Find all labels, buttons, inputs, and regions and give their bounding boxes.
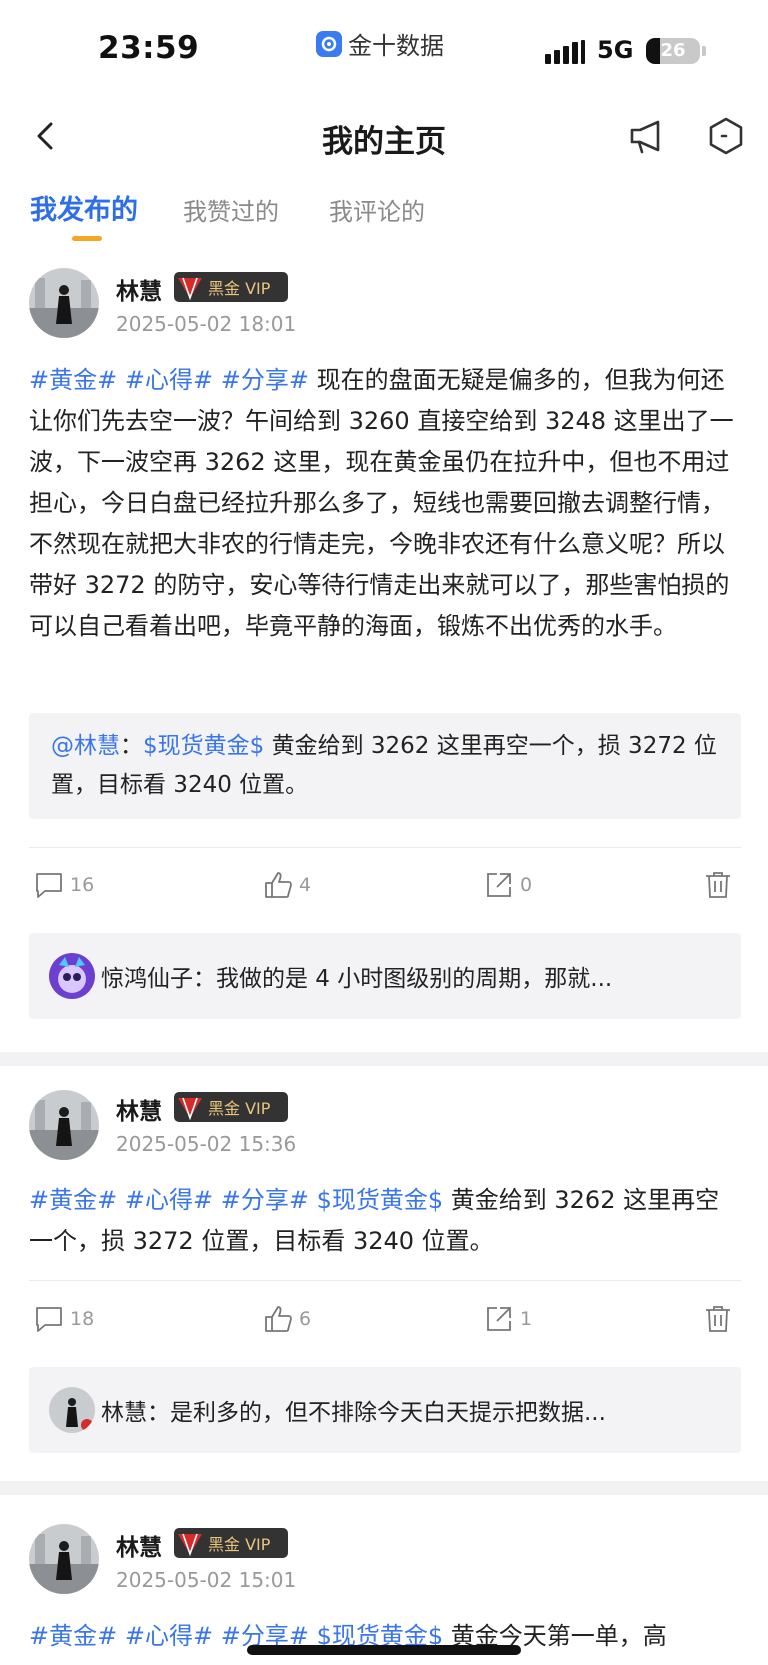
avatar[interactable] (29, 268, 99, 338)
battery-percent: 26 (660, 40, 686, 61)
delete-button[interactable] (703, 870, 733, 900)
vip-gem-icon (178, 1533, 202, 1557)
mention-link[interactable]: @林慧 (51, 733, 120, 759)
tab-my-likes[interactable]: 我赞过的 (183, 192, 279, 227)
tab-my-posts[interactable]: 我发布的 (30, 188, 138, 227)
commenter-avatar (49, 953, 95, 999)
topic-tag[interactable]: $现货黄金$ (317, 1186, 444, 1214)
commenter-avatar (49, 1387, 95, 1433)
comment-button[interactable]: 16 (34, 870, 94, 900)
latest-comment[interactable]: 惊鸿仙子：我做的是 4 小时图级别的周期，那就... (29, 933, 741, 1019)
topic-tag[interactable]: #黄金# (29, 1622, 117, 1650)
quote-colon: ： (120, 733, 143, 759)
share-icon (487, 1307, 511, 1331)
vip-gem-icon (178, 1097, 202, 1121)
topic-tag[interactable]: #黄金# (29, 366, 117, 394)
post-time: 2025-05-02 15:01 (116, 1568, 297, 1592)
comment-icon (36, 1307, 62, 1332)
status-app-label: 金十数据 (348, 32, 444, 60)
network-type: 5G (597, 36, 634, 64)
quoted-post[interactable]: @林慧：$现货黄金$ 黄金给到 3262 这里再空一个，损 3272 位置，目标… (29, 713, 741, 819)
like-button[interactable]: 6 (263, 1304, 311, 1334)
avatar-photo (29, 1524, 99, 1594)
commenter-avatar-image (49, 1387, 95, 1433)
post-separator (0, 1052, 768, 1066)
commenter-avatar-image (49, 953, 95, 999)
share-count: 1 (520, 1308, 533, 1330)
avatar[interactable] (29, 1090, 99, 1160)
active-tab-indicator (72, 236, 102, 241)
vip-label: 黑金 VIP (208, 1099, 271, 1118)
share-icon (487, 873, 511, 897)
share-count: 0 (520, 874, 533, 896)
battery-icon: 26 (646, 38, 700, 64)
vip-label: 黑金 VIP (208, 1535, 271, 1554)
post-actions: 18 6 1 (0, 1304, 768, 1344)
avatar-photo (29, 268, 99, 338)
post-card: 林慧 黑金 VIP 2025-05-02 18:01 #黄金# #心得# #分享… (0, 262, 768, 1052)
hexagon-settings-icon (709, 117, 743, 155)
topic-tag[interactable]: #心得# (125, 366, 213, 394)
post-body: #黄金# #心得# #分享# $现货黄金$ 黄金给到 3262 这里再空一个，损… (29, 1180, 741, 1262)
comment-text: 惊鸿仙子：我做的是 4 小时图级别的周期，那就... (101, 966, 613, 992)
settings-button[interactable] (704, 114, 748, 158)
topic-tag[interactable]: #黄金# (29, 1186, 117, 1214)
post-card: 林慧 黑金 VIP 2025-05-02 15:36 #黄金# #心得# #分享… (0, 1088, 768, 1468)
like-button[interactable]: 4 (263, 870, 311, 900)
share-button[interactable]: 1 (484, 1304, 532, 1334)
post-body: #黄金# #心得# #分享# 现在的盘面无疑是偏多的，但我为何还让你们先去空一波… (29, 360, 741, 647)
vip-badge: 黑金 VIP (174, 272, 288, 302)
comment-button[interactable]: 18 (34, 1304, 94, 1334)
latest-comment[interactable]: 林慧：是利多的，但不排除今天白天提示把数据... (29, 1367, 741, 1453)
megaphone-icon (630, 120, 660, 154)
divider (29, 1280, 741, 1281)
author-name[interactable]: 林慧 (116, 1528, 162, 1562)
post-text: 现在的盘面无疑是偏多的，但我为何还让你们先去空一波？午间给到 3260 直接空给… (29, 366, 734, 640)
post-actions: 16 4 0 (0, 870, 768, 910)
thumbs-up-icon (265, 1306, 292, 1332)
trash-icon (706, 872, 730, 898)
avatar[interactable] (29, 1524, 99, 1594)
status-time: 23:59 (98, 30, 200, 66)
like-count: 4 (299, 874, 312, 896)
thumbs-up-icon (265, 872, 292, 898)
vip-gem-icon (178, 277, 202, 301)
author-name[interactable]: 林慧 (116, 1092, 162, 1126)
status-app-indicator[interactable]: 金十数据 (316, 26, 444, 61)
topic-tag[interactable]: #分享# (221, 1186, 309, 1214)
comment-icon (36, 873, 62, 898)
home-indicator[interactable] (247, 1645, 521, 1655)
comment-text: 林慧：是利多的，但不排除今天白天提示把数据... (101, 1400, 606, 1426)
post-time: 2025-05-02 15:36 (116, 1132, 297, 1156)
author-name[interactable]: 林慧 (116, 272, 162, 306)
divider (29, 847, 741, 848)
comment-count: 18 (70, 1308, 95, 1330)
post-card: 林慧 黑金 VIP 2025-05-02 15:01 #黄金# #心得# #分享… (0, 1520, 768, 1665)
topic-tag[interactable]: #分享# (221, 366, 309, 394)
vip-badge: 黑金 VIP (174, 1092, 288, 1122)
vip-label: 黑金 VIP (208, 279, 271, 298)
battery-cap (702, 46, 706, 56)
topic-tag[interactable]: #心得# (125, 1186, 213, 1214)
post-time: 2025-05-02 18:01 (116, 312, 297, 336)
like-count: 6 (299, 1308, 312, 1330)
comment-count: 16 (70, 874, 95, 896)
tab-bar: 我发布的 我赞过的 我评论的 (0, 188, 768, 244)
topic-tag[interactable]: #心得# (125, 1622, 213, 1650)
page-header: 我的主页 (0, 100, 768, 172)
status-bar: 23:59 金十数据 5G 26 (0, 0, 768, 100)
cellular-signal-icon (545, 40, 585, 64)
tab-my-comments[interactable]: 我评论的 (329, 192, 425, 227)
jin10-app-icon (316, 30, 342, 57)
trash-icon (706, 1306, 730, 1332)
share-button[interactable]: 0 (484, 870, 532, 900)
announcement-button[interactable] (626, 114, 670, 158)
delete-button[interactable] (703, 1304, 733, 1334)
vip-badge: 黑金 VIP (174, 1528, 288, 1558)
avatar-photo (29, 1090, 99, 1160)
topic-link[interactable]: $现货黄金$ (143, 733, 264, 759)
post-separator (0, 1481, 768, 1495)
